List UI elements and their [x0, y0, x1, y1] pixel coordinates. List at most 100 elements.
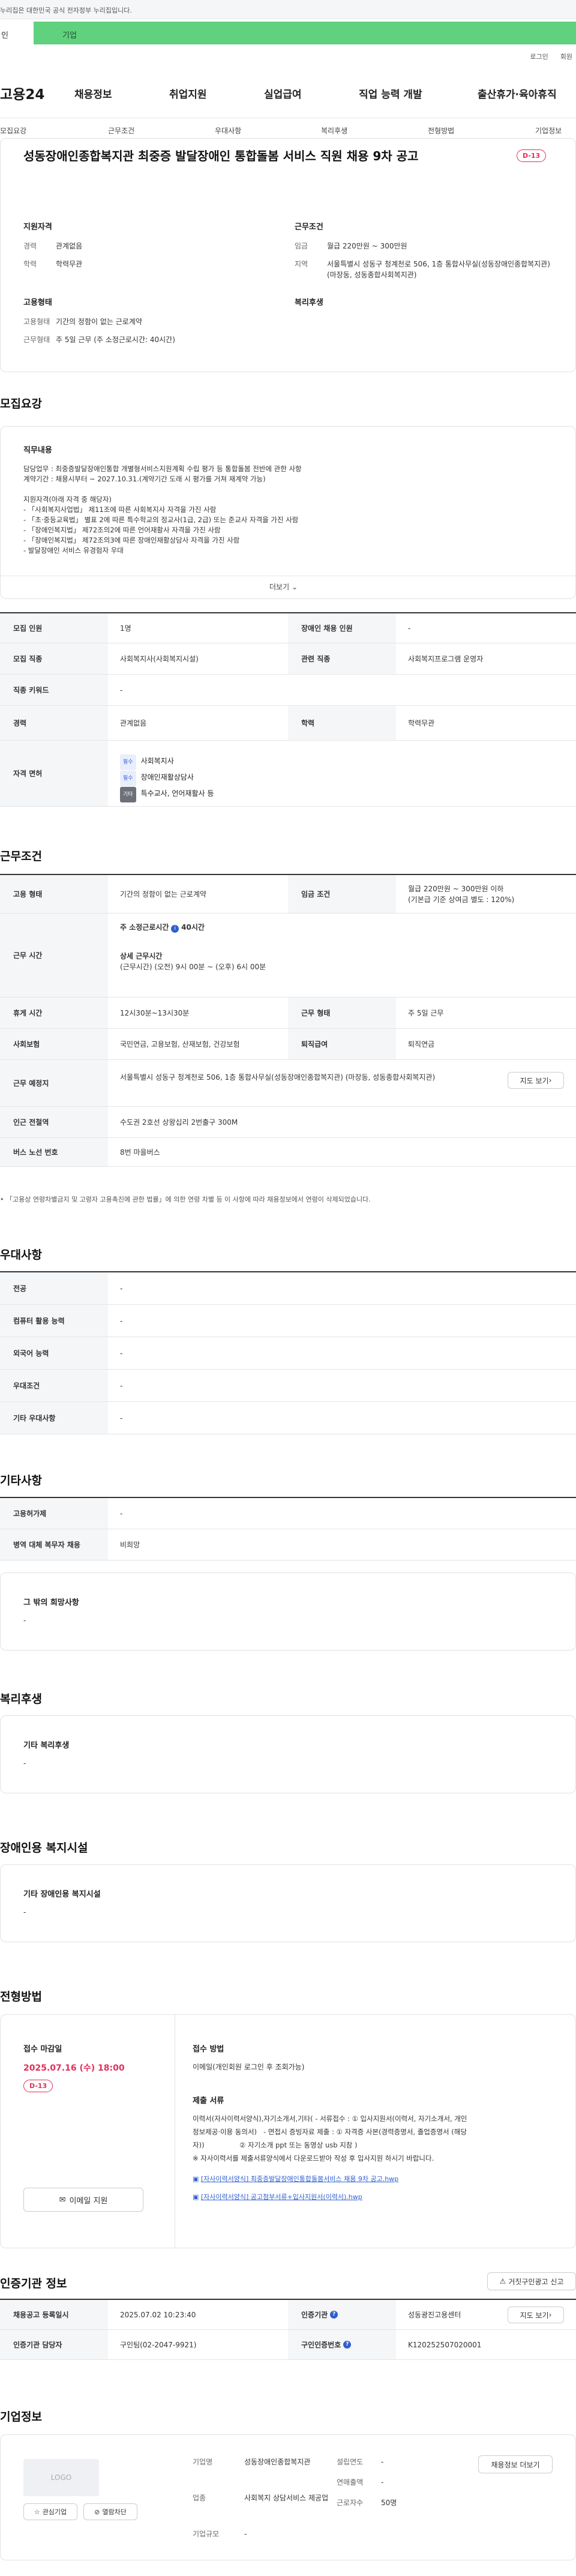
- method-value: 이메일(개인회원 로그인 후 조회가능): [193, 2063, 305, 2071]
- conditions-title: 근무조건: [295, 223, 323, 232]
- info-icon[interactable]: ?: [330, 2311, 338, 2319]
- table-row: 기타 우대사항 -: [0, 1402, 576, 1434]
- duty-card: 직무내용 담당업무 : 최중증발달장애인통합 개별형서비스지원계획 수립 평가 …: [0, 426, 576, 599]
- login-link[interactable]: 로그인: [530, 52, 548, 61]
- subnav-recruit[interactable]: 모집요강: [0, 125, 26, 136]
- welfare-box-title: 기타 복리후생: [23, 1741, 70, 1750]
- section-title-work: 근무조건: [0, 850, 42, 863]
- signup-link[interactable]: 회원: [560, 52, 572, 61]
- top-links: 로그인 회원: [530, 52, 572, 61]
- dday-badge: D-13: [23, 2080, 53, 2092]
- dday-badge: D-13: [517, 149, 547, 162]
- block-icon: ⊘: [94, 2508, 100, 2516]
- table-row: 경력 관계없음 학력 학력무관: [0, 706, 576, 741]
- company-industry: 업종 사회복지 상담서비스 제공업: [193, 2494, 329, 2502]
- disabled-box-value: -: [23, 1908, 26, 1916]
- recruit-table: 모집 인원 1명 장애인 채용 인원 - 모집 직종 사회복지사(사회복지시설)…: [0, 612, 576, 807]
- cert-agency-header: 인증기관?: [288, 2300, 396, 2329]
- gnb-item-vocational-training[interactable]: 직업 능력 개발: [359, 86, 478, 101]
- employment-type-title: 고용형태: [23, 298, 52, 307]
- welfare-title: 복리후생: [295, 298, 323, 307]
- cert-map-button[interactable]: 지도 보기 ›: [508, 2307, 564, 2323]
- file-link[interactable]: ▣ [자사이력서양식] 공고첨부서류+입사지원서(이력서).hwp: [193, 2192, 362, 2201]
- section-title-cert: 인증기관 정보: [0, 2277, 67, 2290]
- mail-icon: ✉: [59, 2195, 66, 2204]
- subnav-prefer[interactable]: 우대사항: [215, 125, 241, 136]
- block-view-button[interactable]: ⊘ 열람차단: [83, 2503, 137, 2520]
- chevron-down-icon: ⌄: [291, 583, 298, 591]
- deadline-label: 접수 마감일: [23, 2045, 62, 2054]
- job-title: 성동장애인종합복지관 최중증 발달장애인 통합돌봄 서비스 직원 채용 9차 공…: [23, 149, 419, 163]
- info-icon[interactable]: i: [171, 925, 179, 933]
- section-title-welfare: 복리후생: [0, 1693, 42, 1706]
- welfare-card: 기타 복리후생 -: [0, 1715, 576, 1793]
- duty-title: 직무내용: [23, 446, 52, 455]
- email-apply-button[interactable]: ✉ 이메일 지원: [23, 2188, 143, 2212]
- table-row: 모집 직종 사회복지사(사회복지시설) 관련 직종 사회복지프로그램 운영자: [0, 643, 576, 675]
- deadline-date: 2025.07.16 (수) 18:00: [23, 2063, 125, 2073]
- more-jobs-button[interactable]: 채용정보 더보기: [478, 2455, 553, 2473]
- report-fake-ad-button[interactable]: ⚠ 거짓구인광고 신고: [487, 2272, 576, 2290]
- alert-icon: ⚠: [499, 2277, 506, 2286]
- star-icon: ☆: [34, 2508, 40, 2516]
- global-nav: 채용정보 취업지원 실업급여 직업 능력 개발 출산휴가·육아휴직: [74, 86, 557, 101]
- gnb-item-parental-leave[interactable]: 출산휴가·육아휴직: [478, 86, 557, 101]
- qual-education: 학력 학력무관: [23, 260, 83, 268]
- subnav-company[interactable]: 기업정보: [535, 125, 562, 136]
- table-row: 채용공고 등록일시 2025.07.02 10:23:40 인증기관? 성동광진…: [0, 2300, 576, 2330]
- qualification-title: 지원자격: [23, 223, 52, 232]
- subnav-welfare[interactable]: 복리후생: [321, 125, 347, 136]
- section-title-disabled: 장애인용 복지시설: [0, 1841, 88, 1855]
- company-employees: 근로자수 50명: [337, 2499, 397, 2507]
- info-icon[interactable]: ?: [343, 2341, 352, 2349]
- gov-banner: 누리집은 대한민국 공식 전자정부 누리집입니다.: [0, 0, 576, 19]
- subnav-process[interactable]: 전형방법: [428, 125, 454, 136]
- wish-value: -: [23, 1616, 26, 1625]
- table-row: 인증기관 담당자 구인팀(02-2047-9921) 구인인증번호? K1202…: [0, 2330, 576, 2360]
- company-card: LOGO ☆ 관심기업 ⊘ 열람차단 기업명 성동장애인종합복지관 업종 사회복지 상담…: [0, 2434, 576, 2560]
- company-revenue: 연매출액 -: [337, 2478, 384, 2487]
- tab-personal[interactable]: 인: [0, 22, 34, 44]
- favorite-company-button[interactable]: ☆ 관심기업: [23, 2503, 77, 2520]
- table-row: 전공 -: [0, 1272, 576, 1305]
- list-item: 기타 특수교사, 언어재활사 등: [120, 786, 214, 802]
- cert-number-header: 구인인증번호?: [288, 2330, 396, 2359]
- table-row: 고용허가제 -: [0, 1498, 576, 1529]
- duty-text: 담당업무 : 최중증발달장애인통합 개별형서비스지원계획 수립 평가 등 통합돌…: [23, 465, 302, 555]
- table-row: 우대조건 -: [0, 1370, 576, 1402]
- gnb-item-unemployment-benefit[interactable]: 실업급여: [264, 86, 359, 101]
- gnb-item-jobs[interactable]: 채용정보: [74, 86, 169, 101]
- prefer-table: 전공 - 컴퓨터 활용 능력 - 외국어 능력 - 우대조건 - 기타 우대사항 -: [0, 1271, 576, 1434]
- disabled-card: 기타 장애인용 복지시설 -: [0, 1864, 576, 1942]
- wish-card: 그 밖의 희망사항 -: [0, 1572, 576, 1651]
- tab-company[interactable]: 기업: [34, 22, 576, 44]
- file-link[interactable]: ▣ [자사이력서양식] 최중증발달장애인통합돌봄서비스 채용 9차 공고.hwp: [193, 2174, 398, 2183]
- table-row: 사회보험 국민연금, 고용보험, 산재보험, 건강보험 퇴직급여 퇴직연금: [0, 1029, 576, 1060]
- emp-type: 고용형태 기간의 정함이 없는 근로계약: [23, 317, 142, 326]
- table-row: 근무 예정지 서울특별시 성동구 청계천로 506, 1층 통합사무실(성동장애…: [0, 1060, 576, 1107]
- subnav-work[interactable]: 근무조건: [108, 125, 134, 136]
- table-row: 고용 형태 기간의 정함이 없는 근로계약 임금 조건 월급 220만원 ~ 3…: [0, 875, 576, 913]
- cond-wage: 임금 월급 220만원 ~ 300만원: [295, 242, 407, 250]
- section-title-process: 전형방법: [0, 1990, 42, 2003]
- more-button[interactable]: 더보기 ⌄: [269, 582, 298, 592]
- section-title-company: 기업정보: [0, 2410, 42, 2424]
- docs-text: 이력서(자사이력서양식),자기소개서,기타( - 서류접수 : ① 입사지원서(…: [193, 2114, 467, 2162]
- list-item: 필수 사회복지사: [120, 754, 214, 770]
- company-name: 기업명 성동장애인종합복지관: [193, 2458, 311, 2466]
- etc-table: 고용허가제 - 병역 대체 복무자 채용 비희망: [0, 1497, 576, 1560]
- list-item: 필수 장애인재활상담사: [120, 770, 214, 786]
- table-row: 근무 시간 주 소정근로시간 i 40시간 상세 근무시간 (근무시간) (오전…: [0, 913, 576, 998]
- company-logo: LOGO: [23, 2459, 99, 2496]
- disabled-box-title: 기타 장애인용 복지시설: [23, 1890, 101, 1899]
- cert-table: 채용공고 등록일시 2025.07.02 10:23:40 인증기관? 성동광진…: [0, 2299, 576, 2360]
- method-label: 접수 방법: [193, 2045, 224, 2054]
- gnb-item-employment-support[interactable]: 취업지원: [169, 86, 264, 101]
- cond-location: 지역 서울특별시 성동구 청계천로 506, 1층 통합사무실(성동장애인종합복지…: [295, 260, 550, 279]
- docs-label: 제출 서류: [193, 2096, 224, 2105]
- site-logo[interactable]: 고용24: [0, 83, 44, 103]
- chevron-right-icon: ›: [548, 1076, 552, 1085]
- map-button[interactable]: 지도 보기 ›: [508, 1072, 564, 1089]
- process-card: 접수 마감일 2025.07.16 (수) 18:00 D-13 ✉ 이메일 지원…: [0, 2014, 576, 2248]
- emp-form: 근무형태 주 5일 근무 (주 소정근로시간: 40시간): [23, 336, 175, 344]
